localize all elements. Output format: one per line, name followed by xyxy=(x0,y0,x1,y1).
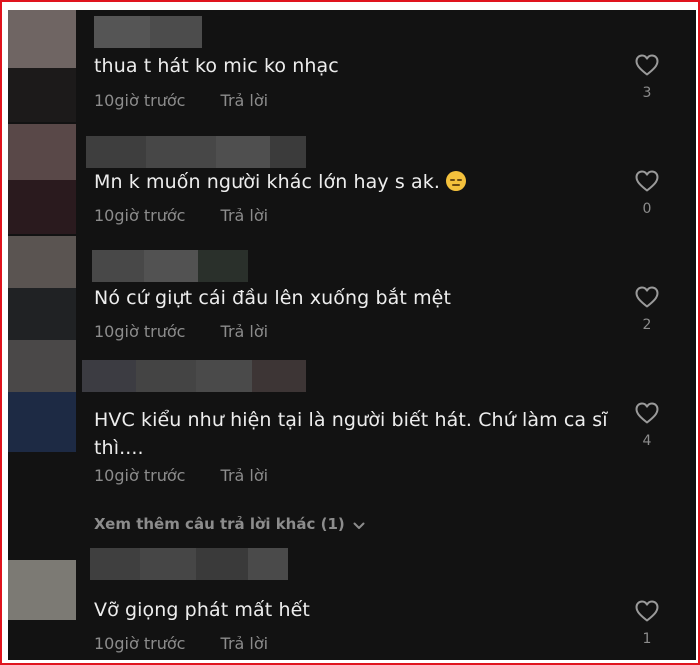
comment-item: Nó cứ giựt cái đầu lên xuống bắt mệt 10g… xyxy=(8,236,696,342)
avatar[interactable] xyxy=(8,236,76,342)
username-blurred[interactable] xyxy=(90,548,288,580)
view-more-replies-label: Xem thêm câu trả lời khác (1) xyxy=(94,515,345,533)
comment-list: thua t hát ko mic ko nhạc 10giờ trước Tr… xyxy=(8,10,696,660)
username-blurred[interactable] xyxy=(92,250,248,282)
comment-time: 10giờ trước xyxy=(94,322,186,341)
like-count: 3 xyxy=(642,85,652,101)
comment-text: thua t hát ko mic ko nhạc xyxy=(94,55,339,77)
like-button[interactable]: 0 xyxy=(630,170,664,218)
comment-item: Mn k muốn người khác lớn hay s ak. 10giờ… xyxy=(8,124,696,234)
username-blurred[interactable] xyxy=(82,360,306,392)
pensive-face-emoji xyxy=(446,171,467,191)
reply-button[interactable]: Trả lời xyxy=(221,91,269,111)
comment-time: 10giờ trước xyxy=(94,466,186,485)
like-button[interactable]: 4 xyxy=(630,402,664,450)
comment-text-content: Mn k muốn người khác lớn hay s ak. xyxy=(94,171,441,193)
like-button[interactable]: 1 xyxy=(630,600,664,648)
heart-outline-icon xyxy=(635,600,659,622)
comment-item: Vỡ giọng phát mất hết 10giờ trước Trả lờ… xyxy=(8,548,696,660)
like-count: 1 xyxy=(642,631,652,647)
chevron-down-icon xyxy=(353,515,365,535)
heart-outline-icon xyxy=(635,286,659,308)
reply-button[interactable]: Trả lời xyxy=(221,322,269,342)
heart-outline-icon xyxy=(635,170,659,192)
comment-text: Nó cứ giựt cái đầu lên xuống bắt mệt xyxy=(94,287,452,309)
comment-time: 10giờ trước xyxy=(94,91,186,110)
username-blurred[interactable] xyxy=(86,136,306,168)
view-more-replies-button[interactable]: Xem thêm câu trả lời khác (1) xyxy=(94,514,365,535)
comment-time: 10giờ trước xyxy=(94,206,186,225)
like-count: 2 xyxy=(642,317,652,333)
reply-button[interactable]: Trả lời xyxy=(221,466,269,486)
avatar[interactable] xyxy=(8,10,76,122)
comment-item: thua t hát ko mic ko nhạc 10giờ trước Tr… xyxy=(8,10,696,122)
avatar[interactable] xyxy=(8,560,76,620)
heart-outline-icon xyxy=(635,54,659,76)
like-button[interactable]: 2 xyxy=(630,286,664,334)
heart-outline-icon xyxy=(635,402,659,424)
like-button[interactable]: 3 xyxy=(630,54,664,102)
like-count: 4 xyxy=(642,433,652,449)
reply-button[interactable]: Trả lời xyxy=(221,206,269,226)
comment-text: HVC kiểu như hiện tại là người biết hát.… xyxy=(94,409,608,459)
comment-time: 10giờ trước xyxy=(94,634,186,653)
avatar[interactable] xyxy=(8,340,76,452)
like-count: 0 xyxy=(642,201,652,217)
screenshot-frame: thua t hát ko mic ko nhạc 10giờ trước Tr… xyxy=(0,0,700,665)
username-blurred[interactable] xyxy=(94,16,202,48)
comment-text: Mn k muốn người khác lớn hay s ak. xyxy=(94,168,612,196)
reply-button[interactable]: Trả lời xyxy=(221,634,269,654)
comment-text: Vỡ giọng phát mất hết xyxy=(94,599,310,621)
avatar[interactable] xyxy=(8,124,76,234)
comment-item: HVC kiểu như hiện tại là người biết hát.… xyxy=(8,340,696,500)
